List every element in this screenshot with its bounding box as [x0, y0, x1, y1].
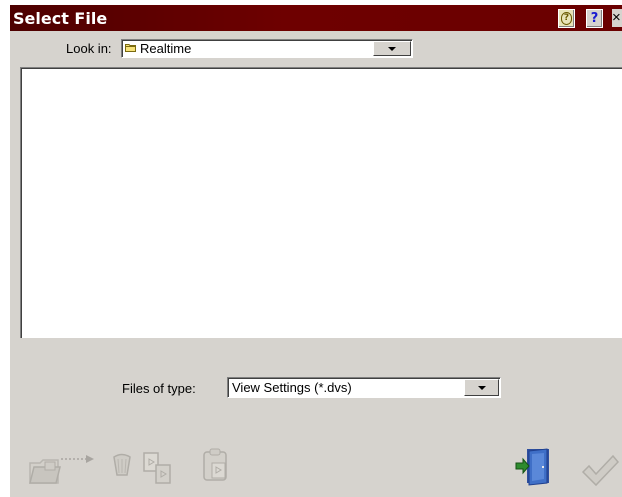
context-help-icon: ?: [561, 12, 572, 25]
copy-icon[interactable]: [142, 451, 174, 485]
title-bar[interactable]: Select File ? ? ×: [10, 5, 622, 31]
files-of-type-dropdown-button[interactable]: [464, 379, 499, 396]
chevron-down-icon: [477, 385, 486, 390]
exit-door-icon[interactable]: [515, 446, 555, 486]
look-in-dropdown[interactable]: Realtime: [121, 39, 413, 58]
look-in-dropdown-button[interactable]: [373, 41, 411, 56]
folder-icon: [125, 44, 136, 52]
files-of-type-value: View Settings (*.dvs): [232, 380, 352, 395]
file-list[interactable]: [20, 67, 622, 338]
files-of-type-label: Files of type:: [122, 381, 196, 396]
files-of-type-dropdown[interactable]: View Settings (*.dvs): [227, 377, 501, 398]
close-button[interactable]: ×: [612, 9, 622, 27]
help-button[interactable]: ?: [586, 9, 603, 28]
checkmark-icon[interactable]: [581, 453, 619, 487]
folder-arrow-icon[interactable]: [28, 451, 100, 485]
trash-icon[interactable]: [110, 451, 134, 477]
context-help-button[interactable]: ?: [558, 9, 575, 28]
look-in-value: Realtime: [140, 41, 192, 56]
chevron-down-icon: [388, 46, 396, 51]
look-in-label: Look in:: [66, 41, 112, 56]
paste-icon[interactable]: [202, 447, 230, 483]
dialog-title: Select File: [13, 9, 108, 28]
select-file-dialog: Select File ? ? × Look in: Realtime File…: [10, 5, 622, 497]
